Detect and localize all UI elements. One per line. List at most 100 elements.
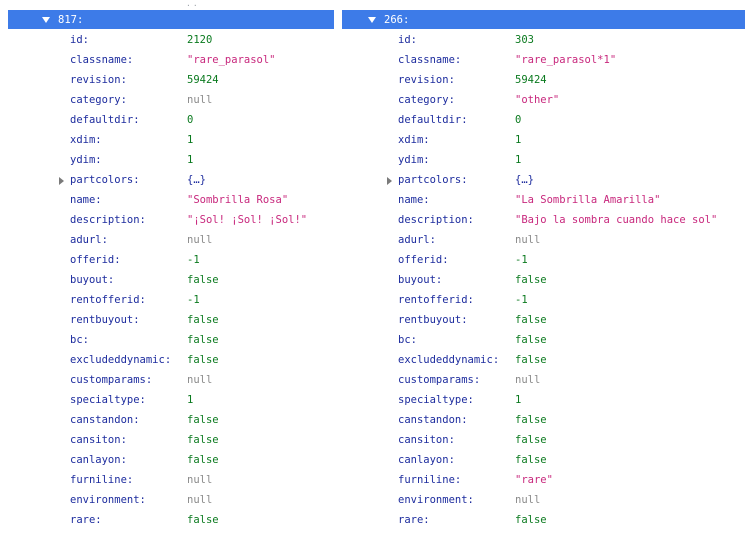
property-value: "Bajo la sombra cuando hace sol" [515,214,718,226]
property-row: specialtype: 1 [342,390,754,410]
property-row: name: "Sombrilla Rosa" [0,190,340,210]
property-value: false [187,434,219,446]
property-value: 1 [515,134,522,146]
property-value: -1 [187,254,200,266]
property-key: description: [398,214,474,226]
property-row[interactable]: partcolors: {…} [0,170,340,190]
property-key: buyout: [398,274,443,286]
property-row: canstandon: false [342,410,754,430]
property-value: null [515,234,541,246]
property-row: cansiton: false [0,430,340,450]
property-row: rentbuyout: false [0,310,340,330]
object-header-266[interactable]: 266: [342,10,745,29]
json-panel-left: ·· 817: id: 2120 classname: "rare_parasol" r… [0,0,340,541]
property-value: -1 [515,254,528,266]
property-value: "Sombrilla Rosa" [187,194,289,206]
property-key: category: [70,94,127,106]
property-row: revision: 59424 [0,70,340,90]
property-key: xdim: [70,134,102,146]
property-value: null [187,474,213,486]
property-key: buyout: [70,274,115,286]
property-row: xdim: 1 [0,130,340,150]
property-value: false [515,434,547,446]
property-row: description: "Bajo la sombra cuando hace … [342,210,754,230]
property-key: canstandon: [398,414,468,426]
property-key: rare: [398,514,430,526]
property-row: specialtype: 1 [0,390,340,410]
property-key: cansiton: [70,434,127,446]
property-row: classname: "rare_parasol" [0,50,340,70]
property-row: buyout: false [0,270,340,290]
property-key: partcolors: [398,174,468,186]
property-row: bc: false [0,330,340,350]
property-key: adurl: [70,234,108,246]
property-value: 2120 [187,34,213,46]
property-key: excludeddynamic: [398,354,500,366]
property-row: excludeddynamic: false [342,350,754,370]
property-value: 1 [515,394,522,406]
property-value: 59424 [187,74,219,86]
property-row: furniline: "rare" [342,470,754,490]
property-row: excludeddynamic: false [0,350,340,370]
property-value: false [187,454,219,466]
property-key: environment: [398,494,474,506]
caret-right-icon[interactable] [387,177,392,185]
property-row[interactable]: partcolors: {…} [342,170,754,190]
property-row: environment: null [342,490,754,510]
property-row: adurl: null [0,230,340,250]
property-value: false [515,354,547,366]
property-key: rentofferid: [70,294,146,306]
property-value: 0 [515,114,522,126]
property-value: null [515,374,541,386]
property-key: specialtype: [398,394,474,406]
property-row: cansiton: false [342,430,754,450]
property-value: 1 [515,154,522,166]
property-row: canlayon: false [342,450,754,470]
property-key: adurl: [398,234,436,246]
object-header-817[interactable]: 817: [8,10,334,29]
property-key: defaultdir: [70,114,140,126]
property-row: customparams: null [0,370,340,390]
caret-down-icon[interactable] [42,16,50,23]
property-key: classname: [70,54,134,66]
property-row: ydim: 1 [0,150,340,170]
property-key: rentofferid: [398,294,474,306]
property-value: -1 [187,294,200,306]
caret-down-icon[interactable] [368,16,376,23]
property-row: rentbuyout: false [342,310,754,330]
object-key: 817: [58,13,84,26]
property-key: furniline: [398,474,462,486]
property-value: false [515,274,547,286]
property-value: null [187,234,213,246]
property-row: category: "other" [342,90,754,110]
property-value: -1 [515,294,528,306]
property-value: false [187,354,219,366]
property-value: "¡Sol! ¡Sol! ¡Sol!" [187,214,308,226]
property-value: "La Sombrilla Amarilla" [515,194,661,206]
property-row: furniline: null [0,470,340,490]
property-value: "rare" [515,474,553,486]
property-key: ydim: [70,154,102,166]
property-key: cansiton: [398,434,455,446]
scroll-clip-indicator: ·· [186,1,200,10]
property-key: name: [70,194,102,206]
property-key: excludeddynamic: [70,354,172,366]
property-value: null [187,374,213,386]
caret-right-icon[interactable] [59,177,64,185]
property-key: xdim: [398,134,430,146]
property-key: category: [398,94,455,106]
property-key: description: [70,214,146,226]
property-value: 59424 [515,74,547,86]
property-key: offerid: [398,254,449,266]
property-row: classname: "rare_parasol*1" [342,50,754,70]
object-key: 266: [384,13,410,26]
property-value: false [515,514,547,526]
property-row: canstandon: false [0,410,340,430]
property-key: defaultdir: [398,114,468,126]
property-key: canlayon: [398,454,455,466]
property-value: "other" [515,94,560,106]
property-row: buyout: false [342,270,754,290]
property-key: rentbuyout: [70,314,140,326]
property-row: rare: false [342,510,754,530]
property-row: id: 303 [342,30,754,50]
